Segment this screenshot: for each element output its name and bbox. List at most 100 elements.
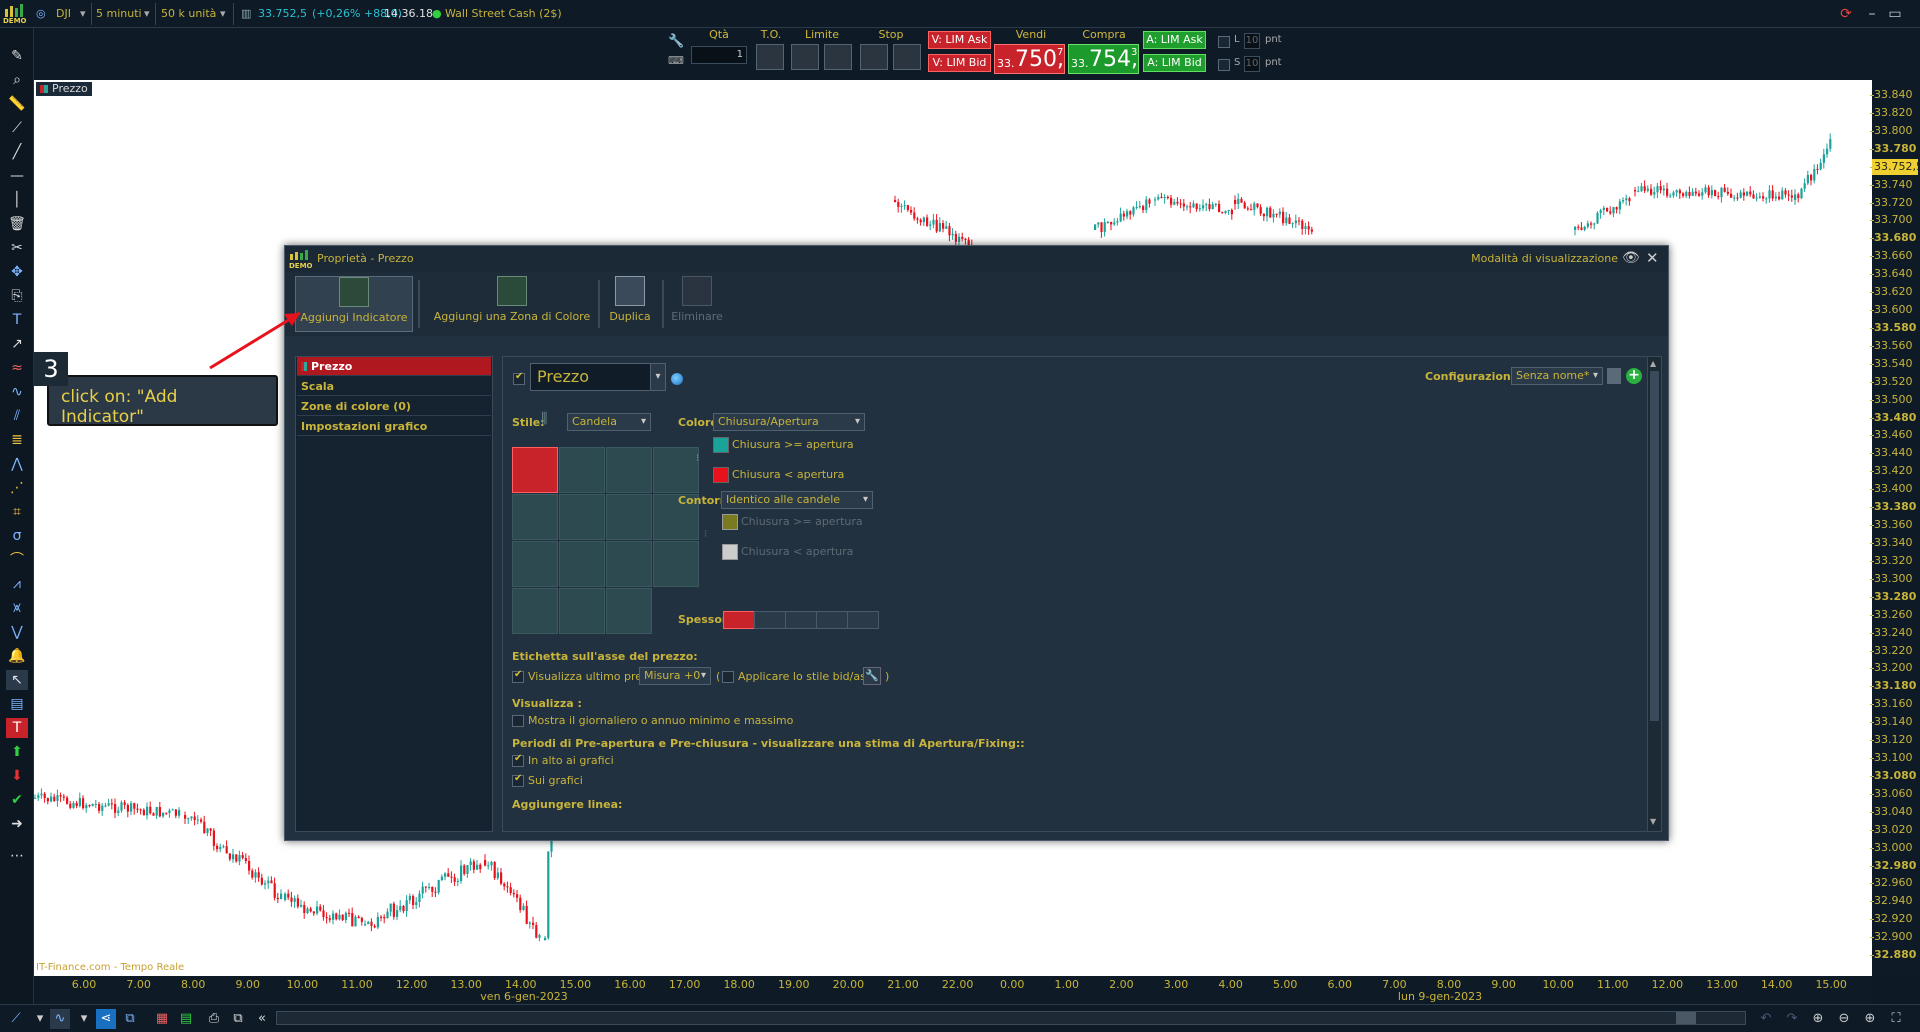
thickness-1[interactable] xyxy=(723,611,755,629)
cursor-icon[interactable]: ↖ xyxy=(6,670,28,690)
add-indicator-button[interactable]: Aggiungi Indicatore xyxy=(295,276,413,332)
nav-item-chart-settings[interactable]: Impostazioni grafico xyxy=(297,417,491,436)
horizontal-line-icon[interactable]: — xyxy=(6,166,28,186)
limit-sell-button[interactable] xyxy=(824,44,852,70)
down-color-swatch[interactable] xyxy=(713,467,729,483)
settings-scrollbar[interactable]: ▲ ▼ xyxy=(1647,357,1661,831)
cycle-icon[interactable]: σ xyxy=(6,526,28,546)
units-selector[interactable]: 50 k unità xyxy=(161,5,216,23)
style-histogram[interactable] xyxy=(512,588,558,634)
globe-icon[interactable] xyxy=(671,373,683,385)
chevron-down-icon[interactable]: ▾ xyxy=(144,5,150,23)
arrow-down-icon[interactable]: ⬇ xyxy=(6,766,28,786)
wrench-icon[interactable]: 🔧 xyxy=(863,667,881,685)
minimize-icon[interactable]: – xyxy=(1862,4,1882,24)
symbol-icon[interactable]: ◎ xyxy=(36,5,46,23)
duplicate-button[interactable]: Duplica xyxy=(603,276,657,332)
a-lim-bid-button[interactable]: A: LIM Bid xyxy=(1143,54,1206,72)
l-checkbox[interactable] xyxy=(1218,36,1230,48)
trade-text-icon[interactable]: T xyxy=(6,718,28,738)
harmonic-icon[interactable]: ⩙ xyxy=(6,598,28,618)
indicator-icon[interactable]: ∿ xyxy=(50,1009,70,1029)
window-icon[interactable]: ⧉ xyxy=(120,1009,140,1029)
nav-item-prezzo[interactable]: Prezzo xyxy=(297,357,491,376)
zoom-fit-icon[interactable]: ⊕ xyxy=(1808,1009,1828,1029)
last-price-checkbox[interactable] xyxy=(512,669,524,683)
wave-icon[interactable]: ∿ xyxy=(6,382,28,402)
style-hlc[interactable] xyxy=(653,447,699,493)
s-checkbox[interactable] xyxy=(1218,59,1230,71)
zoom-in-icon[interactable]: ⊕ xyxy=(1860,1009,1880,1029)
chevron-down-icon[interactable]: ▾ xyxy=(80,5,86,23)
scroll-up-icon[interactable]: ▲ xyxy=(1650,359,1656,368)
time-scrollbar[interactable] xyxy=(276,1011,1746,1025)
series-name-input[interactable]: Prezzo xyxy=(530,363,666,391)
limit-buy-button[interactable] xyxy=(791,44,819,70)
arrow-right-icon[interactable]: ➜ xyxy=(6,814,28,834)
share-icon[interactable]: ⋖ xyxy=(96,1009,116,1029)
fib-icon[interactable]: ≣ xyxy=(6,430,28,450)
trend-icon[interactable]: ≈ xyxy=(6,358,28,378)
on-top-checkbox[interactable] xyxy=(512,753,524,767)
style-renko[interactable] xyxy=(559,588,605,634)
undo-icon[interactable]: ↶ xyxy=(1756,1009,1776,1029)
style-ohlc[interactable] xyxy=(606,447,652,493)
qty-input[interactable]: 1 xyxy=(691,46,747,64)
chevron-down-icon[interactable]: ▾ xyxy=(30,1009,50,1029)
time-axis[interactable]: ven 6-gen-2023 lun 9-gen-2023 6.00 7.00 8.… xyxy=(34,976,1872,1004)
text-icon[interactable]: T xyxy=(6,310,28,330)
check-icon[interactable]: ✔ xyxy=(6,790,28,810)
add-color-zone-button[interactable]: Aggiungi una Zona di Colore xyxy=(431,276,593,332)
style-dropdown[interactable]: Candela xyxy=(567,413,651,431)
refresh-icon[interactable]: ⟳ xyxy=(1836,4,1856,24)
gann-icon[interactable]: ⌗ xyxy=(6,502,28,522)
channel-icon[interactable]: ⫽ xyxy=(6,406,28,426)
redo-icon[interactable]: ↷ xyxy=(1782,1009,1802,1029)
s-input[interactable]: 10 xyxy=(1244,56,1260,72)
measure-dropdown[interactable]: Misura +0 xyxy=(639,667,711,685)
style-candle[interactable] xyxy=(512,447,558,493)
scroll-down-icon[interactable]: ▼ xyxy=(1650,817,1656,826)
buy-price-button[interactable]: 33. 754, 3 xyxy=(1068,44,1139,74)
symbol-selector[interactable]: DJI xyxy=(56,5,71,23)
arrow-icon[interactable]: ↗ xyxy=(6,334,28,354)
display-mode-label[interactable]: Modalità di visualizzazione xyxy=(1471,252,1618,265)
pencil-icon[interactable]: ✎ xyxy=(6,46,28,66)
zigzag-icon[interactable]: ⋁ xyxy=(6,622,28,642)
keyboard-icon[interactable]: ⌨ xyxy=(668,54,684,68)
style-line[interactable] xyxy=(512,494,558,540)
style-line-dotted[interactable] xyxy=(606,494,652,540)
elliott-icon[interactable]: ⩘ xyxy=(6,574,28,594)
outline-dropdown[interactable]: Identico alle candele xyxy=(721,491,873,509)
v-lim-bid-button[interactable]: V: LIM Bid xyxy=(928,54,991,72)
scrollbar-thumb[interactable] xyxy=(1676,1012,1696,1024)
ruler-icon[interactable]: 📏 xyxy=(6,94,28,114)
style-kagi[interactable] xyxy=(606,588,652,634)
pattern-icon[interactable]: ⋀ xyxy=(6,454,28,474)
config-dropdown[interactable]: Senza nome* xyxy=(1511,367,1603,385)
zoom-out-icon[interactable]: ⊖ xyxy=(1834,1009,1854,1029)
fullscreen-icon[interactable]: ⛶ xyxy=(1886,1009,1906,1029)
save-icon[interactable] xyxy=(1607,368,1621,384)
minmax-checkbox[interactable] xyxy=(512,715,524,727)
tools-icon[interactable]: ✂ xyxy=(6,238,28,258)
orders-icon[interactable]: ▤ xyxy=(176,1009,196,1029)
style-bars[interactable] xyxy=(559,447,605,493)
copy-icon[interactable]: ⎘ xyxy=(6,286,28,306)
timeframe-selector[interactable]: 5 minuti xyxy=(96,5,142,23)
style-line-2[interactable] xyxy=(559,494,605,540)
thickness-5[interactable] xyxy=(847,611,879,629)
on-charts-checkbox[interactable] xyxy=(512,773,524,787)
a-lim-ask-button[interactable]: A: LIM Ask xyxy=(1143,31,1206,49)
print-icon[interactable]: ⎙ xyxy=(204,1009,224,1029)
chevron-down-icon[interactable]: ▾ xyxy=(650,363,666,391)
stop-sell-button[interactable] xyxy=(893,44,921,70)
arrow-up-icon[interactable]: ⬆ xyxy=(6,742,28,762)
eye-icon[interactable]: 👁 xyxy=(1622,250,1642,268)
maximize-icon[interactable]: ▭ xyxy=(1885,4,1905,24)
arc-icon[interactable]: ⌒ xyxy=(6,550,28,570)
l-input[interactable]: 10 xyxy=(1244,33,1260,49)
series-visible-checkbox[interactable] xyxy=(513,371,525,385)
bidask-checkbox[interactable] xyxy=(722,671,734,683)
screener-icon[interactable]: ▦ xyxy=(152,1009,172,1029)
